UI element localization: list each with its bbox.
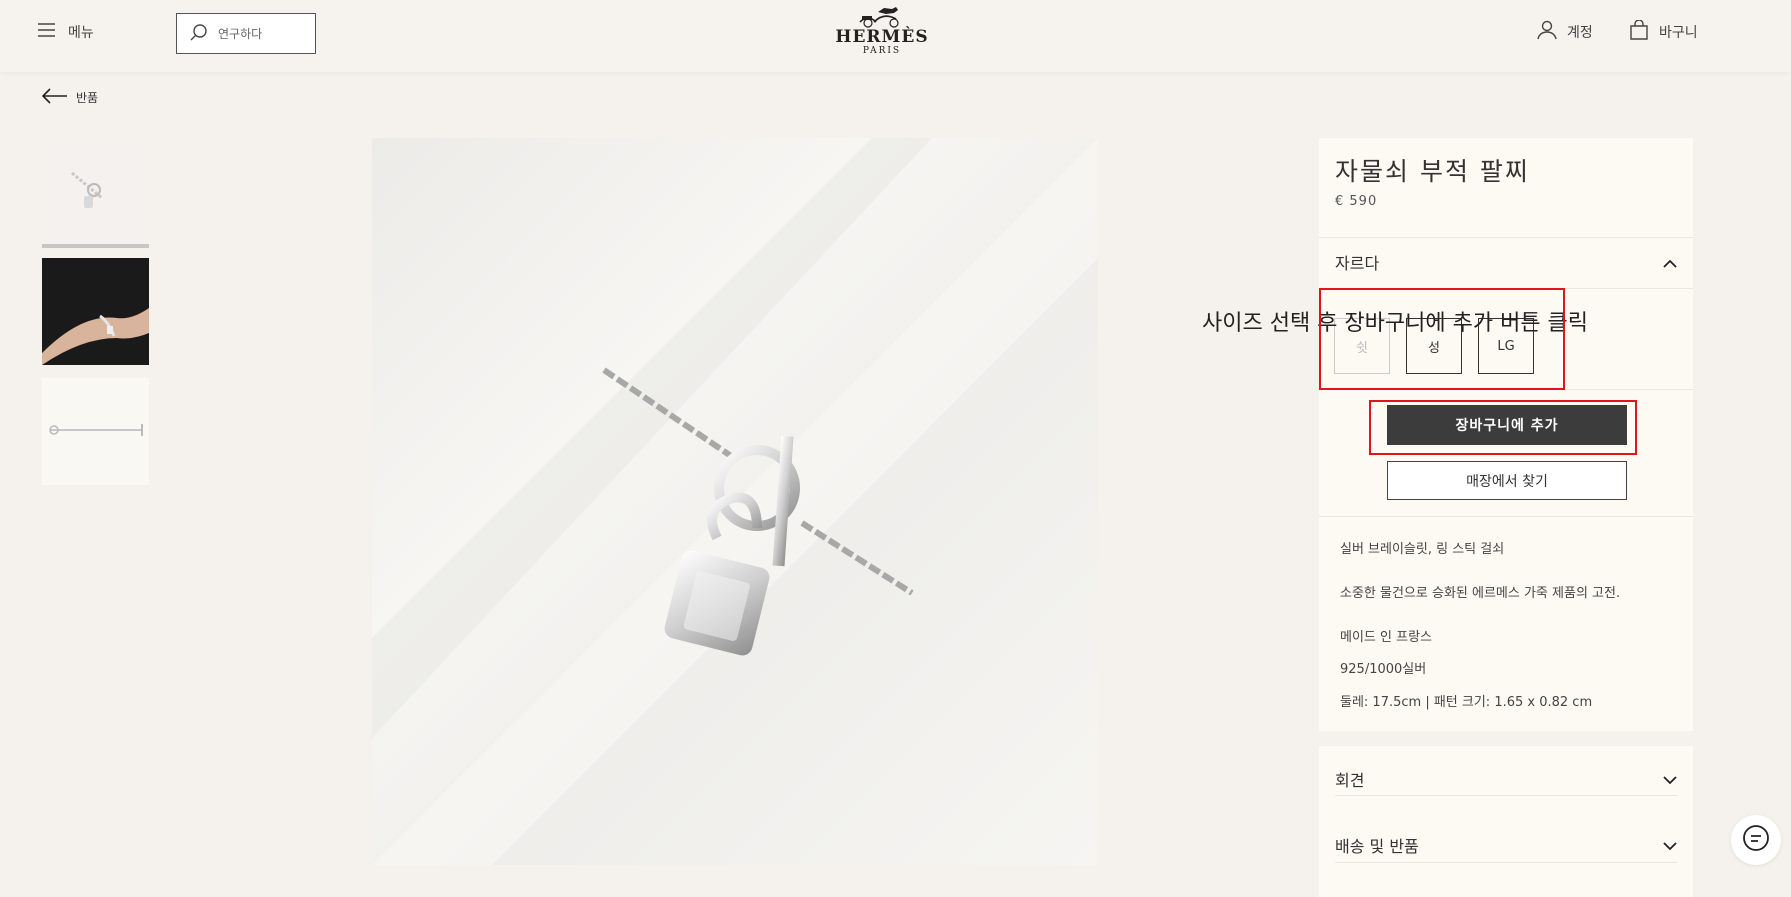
shopping-bag-icon xyxy=(1629,19,1649,44)
accordion-shipping-returns[interactable]: 배송 및 반품 xyxy=(1335,833,1677,857)
divider xyxy=(1335,795,1677,796)
hamburger-icon xyxy=(38,23,56,41)
bracelet-flat-thumbnail-image xyxy=(49,424,143,436)
product-title: 자물쇠 부적 팔찌 xyxy=(1335,157,1530,186)
hermes-logo[interactable]: HERMÈS PARIS xyxy=(835,6,929,58)
wrist-thumbnail-image xyxy=(42,258,149,365)
thumbnail-selected-indicator xyxy=(42,244,149,248)
accordion-label: 배송 및 반품 xyxy=(1335,837,1419,856)
arrow-left-icon xyxy=(41,88,68,107)
accordion-meeting[interactable]: 회견 xyxy=(1335,767,1677,791)
size-highlight-box xyxy=(1319,288,1565,390)
account-button[interactable]: 계정 xyxy=(1537,20,1593,44)
divider xyxy=(1319,237,1693,238)
thumbnail-1[interactable] xyxy=(42,138,149,245)
thumbnail-2[interactable] xyxy=(42,258,149,365)
description-line: 소중한 물건으로 승화된 에르메스 가죽 제품의 고전. xyxy=(1340,586,1621,601)
find-in-store-button[interactable]: 매장에서 찾기 xyxy=(1387,461,1627,500)
site-header: 메뉴 연구하다 HERMÈS PARIS 계정 바구니 xyxy=(0,0,1791,72)
account-label: 계정 xyxy=(1567,25,1593,41)
thumbnail-3[interactable] xyxy=(42,378,149,485)
product-price: € 590 xyxy=(1335,194,1378,209)
description-line: 메이드 인 프랑스 xyxy=(1340,630,1432,645)
back-label: 반품 xyxy=(76,91,99,105)
search-icon xyxy=(190,23,208,44)
description-line: 실버 브레이슬릿, 링 스틱 걸쇠 xyxy=(1340,542,1505,557)
user-icon xyxy=(1537,20,1557,44)
chevron-down-icon xyxy=(1663,770,1677,789)
product-main-image xyxy=(372,138,1098,865)
add-to-cart-highlight-box xyxy=(1369,400,1637,455)
cart-label: 바구니 xyxy=(1659,25,1698,41)
carriage-logo-icon xyxy=(859,7,899,28)
divider xyxy=(1335,862,1677,863)
bracelet-thumbnail-image xyxy=(71,171,103,208)
divider xyxy=(1319,516,1693,517)
logo-wordmark: HERMÈS xyxy=(835,27,929,47)
chevron-up-icon xyxy=(1663,253,1677,272)
menu-button[interactable]: 메뉴 xyxy=(38,20,94,44)
chat-bubble-icon xyxy=(1741,823,1771,857)
menu-label: 메뉴 xyxy=(68,25,94,41)
padlock-bracelet-image xyxy=(372,138,1098,865)
cut-accordion-header[interactable]: 자르다 xyxy=(1335,250,1677,274)
accordion-label: 회견 xyxy=(1335,771,1365,790)
search-placeholder: 연구하다 xyxy=(218,27,263,41)
cart-button[interactable]: 바구니 xyxy=(1629,19,1698,44)
search-input[interactable]: 연구하다 xyxy=(176,13,316,54)
chevron-down-icon xyxy=(1663,836,1677,855)
description-line: 둘레: 17.5cm | 패턴 크기: 1.65 x 0.82 cm xyxy=(1340,695,1593,710)
chat-button[interactable] xyxy=(1731,815,1781,865)
cut-label: 자르다 xyxy=(1335,254,1380,273)
back-link[interactable]: 반품 xyxy=(41,88,99,107)
logo-subtext: PARIS xyxy=(862,46,902,56)
description-line: 925/1000실버 xyxy=(1340,662,1427,677)
info-accordions: 회견 배송 및 반품 xyxy=(1319,746,1693,897)
